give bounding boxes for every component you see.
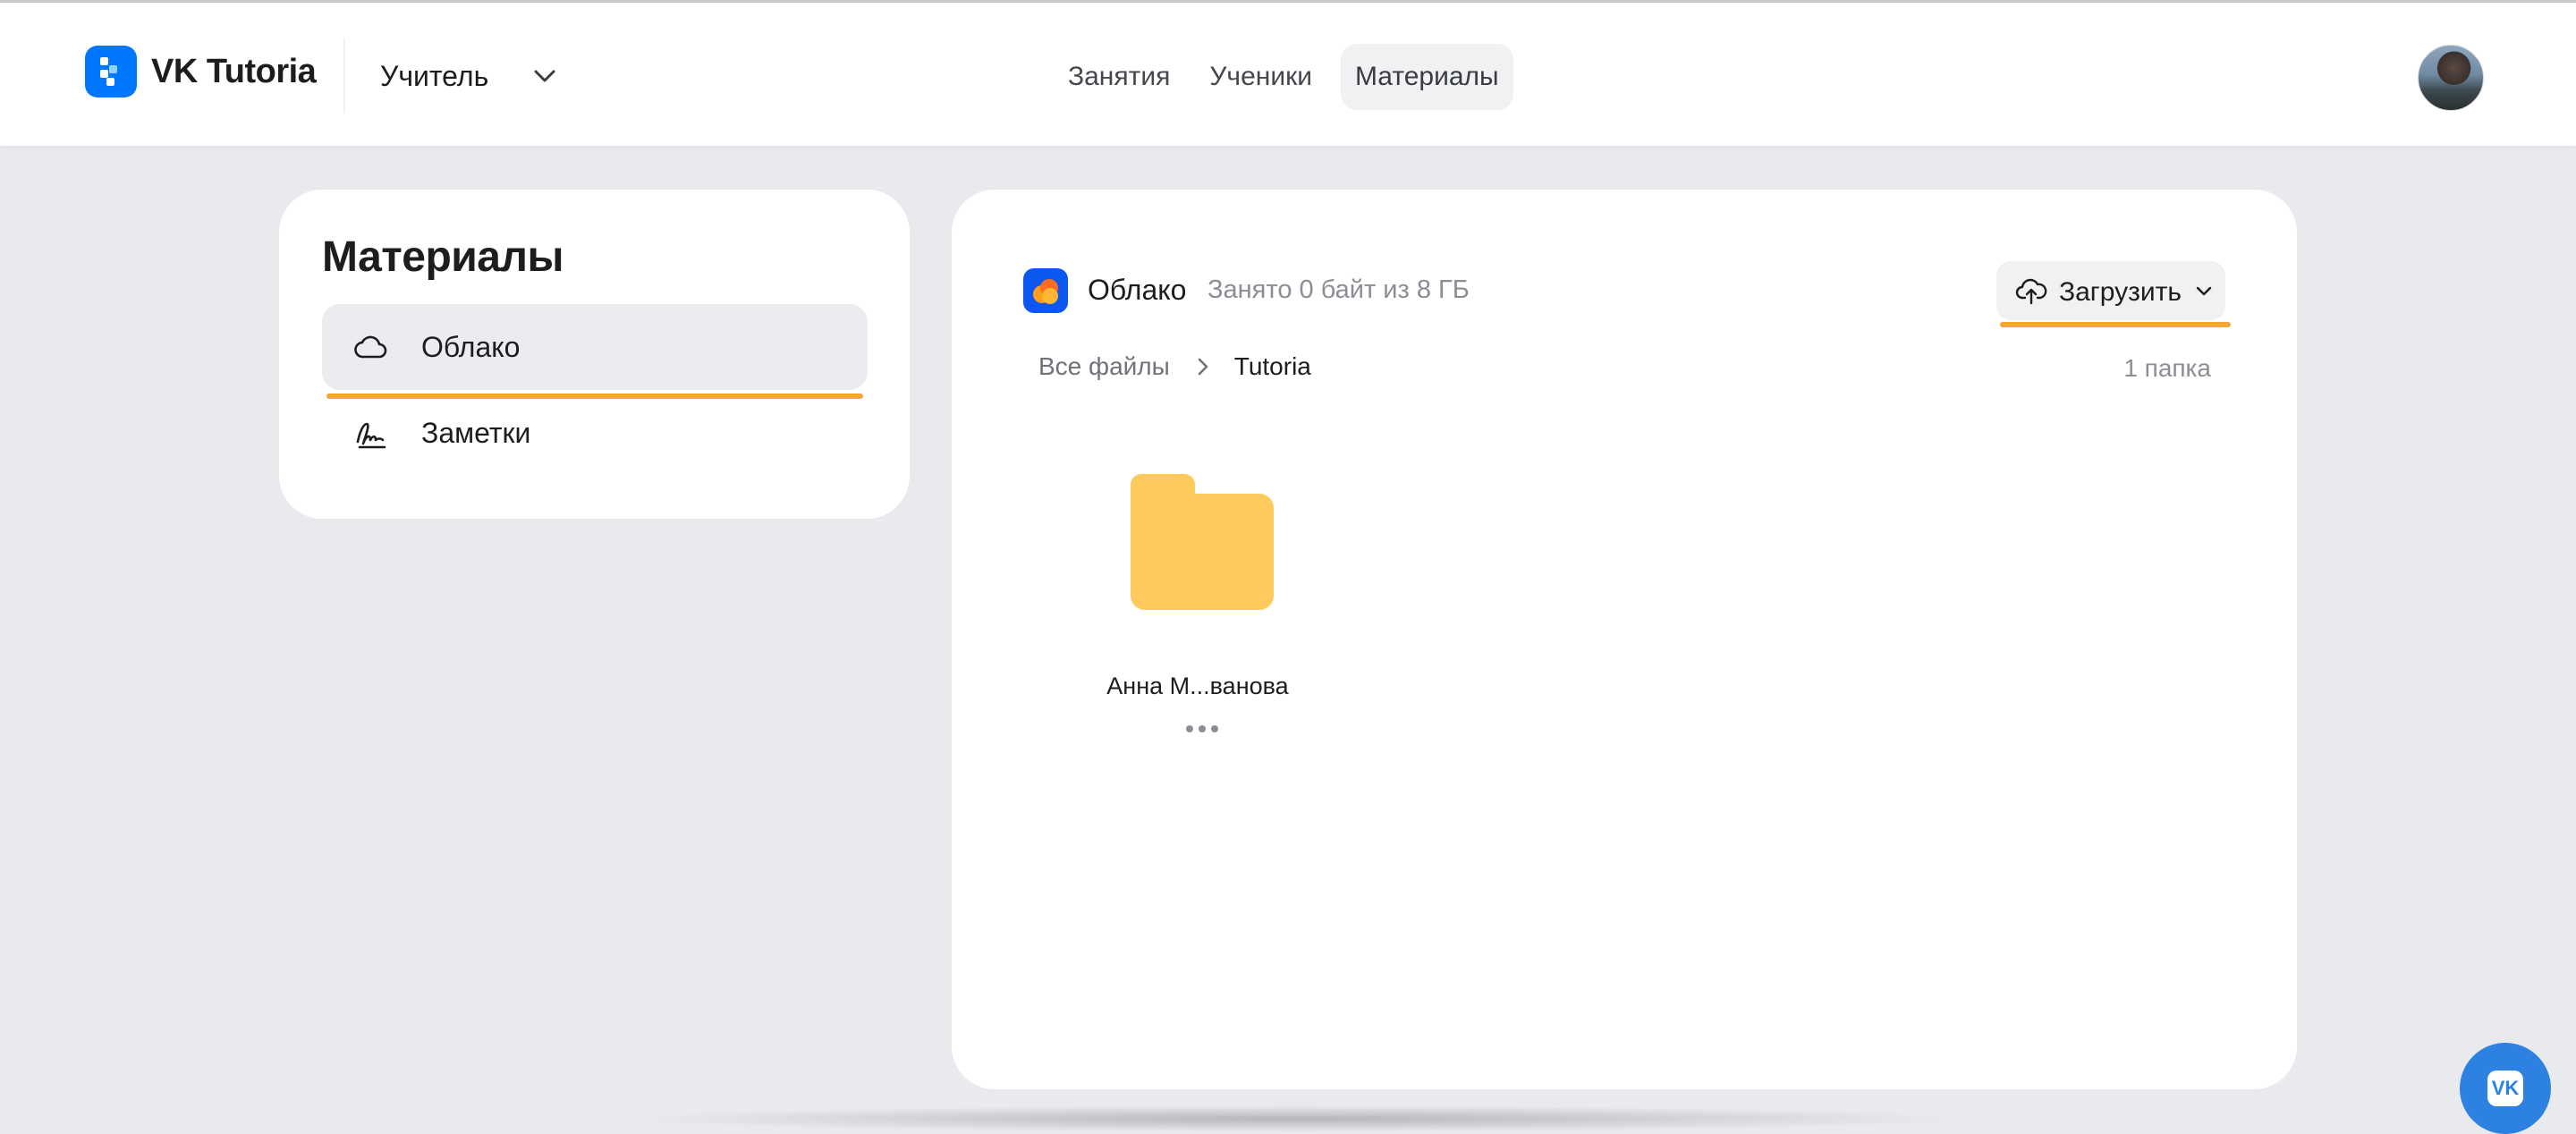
signature-icon (356, 422, 386, 449)
nav-item-materials[interactable]: Материалы (1340, 44, 1513, 110)
sidebar-title: Материалы (322, 233, 564, 281)
user-avatar[interactable] (2418, 45, 2484, 111)
top-header: VK Tutoria Учитель Занятия Ученики Матер… (0, 3, 2576, 146)
dot (1199, 725, 1206, 732)
materials-sidebar: Материалы Облако Заметки (279, 190, 910, 519)
folder-icon (1131, 474, 1274, 610)
chevron-down-icon (534, 70, 555, 82)
cloud-upload-icon (2015, 278, 2047, 305)
bottom-shadow (626, 1105, 1968, 1132)
role-selector-value: Учитель (380, 59, 489, 92)
vk-help-button[interactable]: VK (2460, 1043, 2551, 1134)
more-options-button[interactable] (1177, 717, 1227, 740)
folder-name: Анна М...ванова (1106, 673, 1289, 699)
brand-name: VK Tutoria (151, 52, 317, 90)
role-selector[interactable]: Учитель (380, 49, 560, 103)
items-count: 1 папка (2123, 354, 2211, 382)
cloud-icon (354, 335, 387, 359)
chevron-right-icon (1198, 358, 1208, 376)
main-nav: Занятия Ученики Материалы (1054, 44, 1524, 110)
nav-item-students[interactable]: Ученики (1195, 44, 1326, 110)
folder-item[interactable]: Анна М...ванова (1104, 449, 1327, 771)
vk-logo-icon: VK (2487, 1071, 2523, 1106)
vk-tutoria-logo-icon (85, 46, 137, 97)
brand-logo[interactable]: VK Tutoria (85, 46, 317, 97)
dot (1211, 725, 1218, 732)
storage-usage: Занято 0 байт из 8 ГБ (1208, 275, 1470, 304)
cloud-service-logo-icon (1023, 268, 1068, 313)
sidebar-item-cloud[interactable]: Облако (322, 304, 868, 390)
sidebar-item-notes[interactable]: Заметки (322, 390, 868, 476)
nav-item-lessons[interactable]: Занятия (1054, 44, 1184, 110)
breadcrumb: Все файлы Tutoria (1038, 352, 1311, 381)
materials-main: Облако Занято 0 байт из 8 ГБ Загрузить В… (952, 190, 2297, 1089)
sidebar-item-label: Заметки (421, 416, 531, 449)
upload-button[interactable]: Загрузить (1996, 261, 2225, 320)
chevron-down-icon (2196, 286, 2212, 296)
sidebar-item-label: Облако (421, 330, 521, 363)
upload-button-label: Загрузить (2059, 277, 2182, 307)
storage-name: Облако (1088, 274, 1187, 306)
breadcrumb-root[interactable]: Все файлы (1038, 352, 1170, 381)
upload-button-underline (2000, 322, 2231, 327)
dot (1186, 725, 1193, 732)
header-divider (343, 38, 345, 114)
breadcrumb-current: Tutoria (1233, 352, 1311, 380)
